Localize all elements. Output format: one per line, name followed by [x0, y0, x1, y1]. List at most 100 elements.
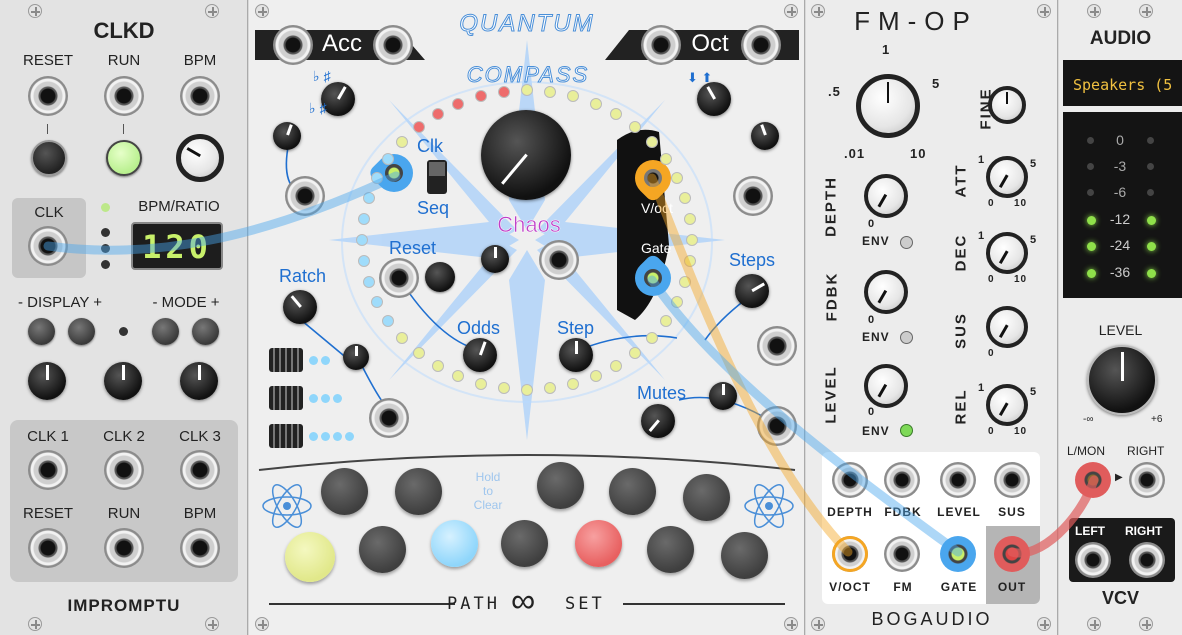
depth-cv-jack[interactable]: [832, 462, 868, 498]
ratch-cv-knob[interactable]: [343, 344, 369, 370]
display-minus-button[interactable]: [28, 318, 55, 345]
clk1-output-jack[interactable]: [28, 450, 68, 490]
gate-input-jack[interactable]: [940, 536, 976, 572]
fdbk-knob[interactable]: [864, 270, 908, 314]
fm-jack-label: FM: [893, 580, 913, 594]
level-knob[interactable]: [1087, 345, 1157, 415]
oct-cv-jack[interactable]: [733, 176, 773, 216]
lmon-input-jack[interactable]: [1075, 462, 1111, 498]
oct-input-jack[interactable]: [641, 25, 681, 65]
odds-knob[interactable]: [463, 338, 497, 372]
clk1-ratio-knob[interactable]: [28, 362, 66, 400]
dec-tick-1: 1: [978, 230, 986, 242]
fm-input-jack[interactable]: [884, 536, 920, 572]
pad-9[interactable]: [721, 532, 768, 579]
level-env-led[interactable]: [900, 424, 913, 437]
left-output-jack[interactable]: [1075, 542, 1111, 578]
ratch-knob[interactable]: [283, 290, 317, 324]
reset-input-jack[interactable]: [379, 258, 419, 298]
acc-input-jack[interactable]: [273, 25, 313, 65]
clk3-ratio-knob[interactable]: [180, 362, 218, 400]
device-display[interactable]: Speakers (5: [1063, 60, 1182, 106]
oct-output-jack[interactable]: [741, 25, 781, 65]
odds-label: Odds: [457, 318, 501, 338]
reset-button[interactable]: [425, 262, 455, 292]
pad-red[interactable]: [575, 520, 622, 567]
gate-output-jack[interactable]: [644, 269, 662, 287]
mode-minus-button[interactable]: [152, 318, 179, 345]
bpm-knob[interactable]: [176, 134, 224, 182]
level-cv-jack[interactable]: [940, 462, 976, 498]
steps-cv-jack[interactable]: [757, 326, 797, 366]
pad-yellow[interactable]: [285, 532, 335, 582]
step-knob[interactable]: [559, 338, 593, 372]
acc-cv-jack[interactable]: [285, 176, 325, 216]
clk2-ratio-knob[interactable]: [104, 362, 142, 400]
level-knob[interactable]: [864, 364, 908, 408]
pad-blue[interactable]: [431, 520, 478, 567]
ratchet-switch-1[interactable]: [269, 348, 303, 372]
depth-env-led[interactable]: [900, 236, 913, 249]
meter-led-icon: [1147, 269, 1156, 278]
out-output-jack[interactable]: [994, 536, 1030, 572]
voct-output-jack[interactable]: [644, 169, 662, 187]
oct-cv-knob[interactable]: [751, 122, 779, 150]
acc-cv-knob[interactable]: [273, 122, 301, 150]
mutes-knob[interactable]: [641, 404, 675, 438]
chaos-cv-knob[interactable]: [481, 245, 509, 273]
meter-label-12: -12: [1109, 211, 1131, 227]
chaos-main-knob[interactable]: [481, 110, 571, 200]
bpm-input-jack[interactable]: [180, 76, 220, 116]
acc-output-jack[interactable]: [373, 25, 413, 65]
pad-8[interactable]: [647, 526, 694, 573]
ratio-tick-05: .5: [828, 84, 841, 99]
ratio-knob[interactable]: [856, 74, 920, 138]
rel-label: REL: [952, 388, 970, 425]
steps-knob[interactable]: [735, 274, 769, 308]
clk2-output-jack[interactable]: [104, 450, 144, 490]
dec-knob[interactable]: [986, 232, 1028, 274]
ratch-label: Ratch: [279, 266, 327, 286]
clock-input-jack[interactable]: [385, 164, 403, 182]
run-button[interactable]: [106, 140, 142, 176]
pad-1[interactable]: [321, 468, 368, 515]
display-plus-button[interactable]: [68, 318, 95, 345]
rel-knob[interactable]: [986, 384, 1028, 426]
ratchet-switch-2[interactable]: [269, 386, 303, 410]
sus-cv-jack[interactable]: [994, 462, 1030, 498]
chaos-cv-jack[interactable]: [539, 240, 579, 280]
depth-knob[interactable]: [864, 174, 908, 218]
step-led-icon: [382, 152, 395, 165]
mutes-cv-knob[interactable]: [709, 382, 737, 410]
pad-5[interactable]: [683, 474, 730, 521]
reset-input-jack[interactable]: [28, 76, 68, 116]
level-jack-label: LEVEL: [937, 505, 981, 519]
sus-knob[interactable]: [986, 306, 1028, 348]
reset-output-jack[interactable]: [28, 528, 68, 568]
pad-6[interactable]: [359, 526, 406, 573]
bpm-output-jack[interactable]: [180, 528, 220, 568]
clk-seq-switch[interactable]: [427, 160, 447, 194]
infinity-icon: ∞: [511, 582, 536, 620]
att-knob[interactable]: [986, 156, 1028, 198]
ratch-cv-jack[interactable]: [369, 398, 409, 438]
pad-3[interactable]: [537, 462, 584, 509]
run-output-jack[interactable]: [104, 528, 144, 568]
reset-button[interactable]: [31, 140, 67, 176]
fdbk-env-led[interactable]: [900, 331, 913, 344]
pad-4[interactable]: [609, 468, 656, 515]
right-input-jack[interactable]: [1129, 462, 1165, 498]
run-input-jack[interactable]: [104, 76, 144, 116]
pad-2[interactable]: [395, 468, 442, 515]
clk3-output-jack[interactable]: [180, 450, 220, 490]
mutes-cv-jack[interactable]: [757, 406, 797, 446]
voct-input-jack[interactable]: [832, 536, 868, 572]
right-output-jack[interactable]: [1129, 542, 1165, 578]
pad-7[interactable]: [501, 520, 548, 567]
ratchet-switch-3[interactable]: [269, 424, 303, 448]
device-name: Speakers (5: [1073, 76, 1173, 94]
fdbk-cv-jack[interactable]: [884, 462, 920, 498]
oct-knob[interactable]: [697, 82, 731, 116]
mode-plus-button[interactable]: [192, 318, 219, 345]
clk-input-jack[interactable]: [28, 226, 68, 266]
